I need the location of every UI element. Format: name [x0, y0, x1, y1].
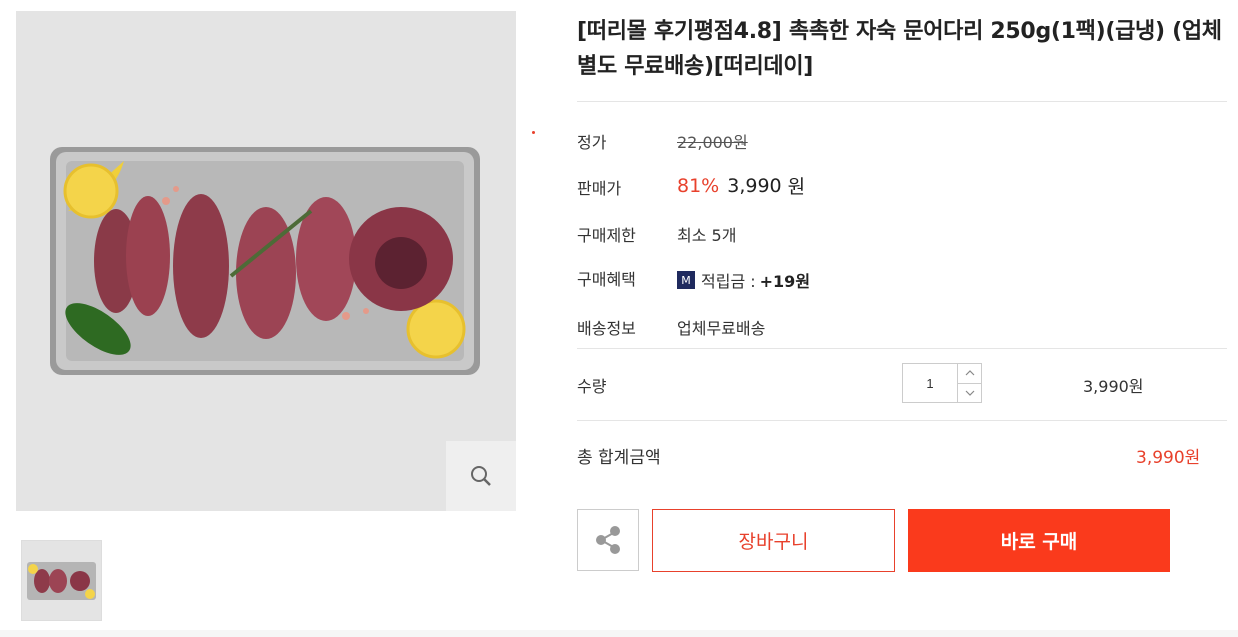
- discount-rate: 81%: [677, 174, 720, 197]
- add-to-cart-button[interactable]: 장바구니: [652, 509, 895, 572]
- total-label: 총 합계금액: [577, 448, 661, 468]
- quantity-decrease-button[interactable]: [958, 382, 981, 403]
- sale-price-label: 판매가: [577, 179, 622, 198]
- purchase-limit-value: 최소 5개: [677, 226, 737, 245]
- zoom-button[interactable]: [446, 441, 516, 511]
- footer-strip: [0, 630, 1238, 637]
- quantity-line-price: 3,990원: [1083, 377, 1144, 396]
- product-title: [떠리몰 후기평점4.8] 촉촉한 자숙 문어다리 250g(1팩)(급냉) (…: [577, 19, 1222, 79]
- product-main-image: [16, 11, 516, 511]
- title-divider: [577, 101, 1227, 102]
- sale-price-unit: 원: [787, 176, 806, 198]
- octopus-tray-illustration: [16, 11, 516, 511]
- purchase-limit-label: 구매제한: [577, 226, 636, 245]
- quantity-stepper: [902, 363, 982, 403]
- product-thumbnail[interactable]: [21, 540, 102, 621]
- thumbnail-image: [22, 541, 101, 620]
- benefit-text: 적립금 :: [701, 272, 756, 291]
- chevron-up-icon: [965, 370, 974, 376]
- list-price-amount: 22,000원: [677, 133, 748, 152]
- list-price-label: 정가: [577, 133, 607, 152]
- quantity-input[interactable]: [903, 364, 957, 402]
- quantity-divider: [577, 420, 1227, 421]
- total-price: 3,990원: [1136, 448, 1201, 468]
- list-price-value: 22,000원: [677, 129, 748, 153]
- sale-price-value: 81% 3,990 원: [677, 172, 805, 199]
- sale-price-amount: 3,990: [727, 174, 782, 197]
- share-icon: [596, 526, 620, 554]
- buy-now-button[interactable]: 바로 구매: [908, 509, 1170, 572]
- shipping-label: 배송정보: [577, 319, 636, 338]
- quantity-label: 수량: [577, 377, 607, 396]
- benefit-value: M 적립금 : +19원: [677, 268, 810, 292]
- shipping-value: 업체무료배송: [677, 319, 766, 338]
- options-divider: [577, 348, 1227, 349]
- share-button[interactable]: [577, 509, 639, 571]
- quantity-increase-button[interactable]: [958, 364, 981, 383]
- chevron-down-icon: [965, 390, 974, 396]
- benefit-amount: +19원: [759, 272, 811, 291]
- marker-dot: [532, 131, 535, 134]
- quantity-step-buttons: [957, 364, 981, 402]
- magnifier-icon: [471, 466, 491, 486]
- membership-badge-icon: M: [677, 271, 695, 289]
- benefit-label: 구매혜택: [577, 270, 636, 289]
